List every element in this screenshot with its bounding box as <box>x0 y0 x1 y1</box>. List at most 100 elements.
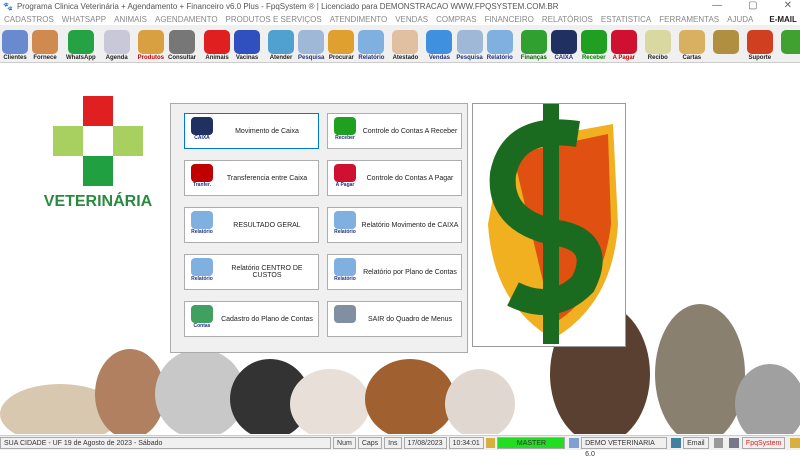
toolbar-button-agenda[interactable]: Agenda <box>102 25 132 62</box>
toolbar-label: CAIXA <box>554 55 574 61</box>
toolbar-button-clientes[interactable]: Clientes <box>0 25 30 62</box>
toolbar-label: Vacinas <box>235 55 259 61</box>
menu-button-cadastro-do-plano-de-contas[interactable]: Contas Cadastro do Plano de Contas <box>184 301 319 337</box>
toolbar-label: Suporte <box>748 55 772 61</box>
toolbar-button-animais[interactable]: Animais <box>202 25 232 62</box>
close-button[interactable]: ✕ <box>784 0 792 11</box>
menu-agendamento[interactable]: AGENDAMENTO <box>155 15 218 24</box>
toolbar-button-vacinas[interactable]: Vacinas <box>232 25 262 62</box>
toolbar-button-finan-as[interactable]: Finanças <box>519 25 549 62</box>
email-button[interactable]: Email <box>683 437 709 449</box>
menu-button-controle-do-contas-a-pagar[interactable]: A Pagar Controle do Contas A Pagar <box>327 160 462 196</box>
menu-button-transferencia-entre-caixa[interactable]: Tranfer. Transferencia entre Caixa <box>184 160 319 196</box>
icon-caption: Relatório <box>334 229 356 235</box>
report-icon: Relatório <box>188 258 216 286</box>
menu-produtos-e-servi-os[interactable]: PRODUTOS E SERVIÇOS <box>226 15 322 24</box>
toolbar-button-relat-rio[interactable]: Relatório <box>356 25 386 62</box>
financial-menu-panel: CAIXA Movimento de Caixa Receber Controle d… <box>170 103 468 353</box>
toolbar-label: Procurar <box>328 55 354 61</box>
menu-compras[interactable]: COMPRAS <box>436 15 476 24</box>
toolbar-label: Finanças <box>520 55 547 61</box>
report-icon: Relatório <box>331 258 359 286</box>
desktop-area: VETERINÁRIA CAIXA Movimento de Caixa Receb… <box>0 64 800 434</box>
suporte-icon <box>746 30 773 54</box>
status-date: 17/08/2023 <box>403 437 447 449</box>
relat-rio-icon <box>486 30 513 54</box>
toolbar-label: Consultar <box>168 55 197 61</box>
toolbar-button-receber[interactable]: Receber <box>579 25 609 62</box>
toolbar-label: A Pagar <box>612 55 636 61</box>
menu-atendimento[interactable]: ATENDIMENTO <box>330 15 387 24</box>
fornece-icon <box>32 30 58 54</box>
menu-button-resultado-geral[interactable]: Relatório RESULTADO GERAL <box>184 207 319 243</box>
recibo-icon <box>644 30 671 54</box>
maximize-button[interactable]: ▢ <box>748 0 757 11</box>
toolbar-button-caixa[interactable]: CAIXA <box>549 25 579 62</box>
toolbar-button-a-pagar[interactable]: A Pagar <box>609 25 639 62</box>
toolbar-label: WhatsApp <box>66 55 96 61</box>
toolbar-button-pesquisa[interactable]: Pesquisa <box>296 25 326 62</box>
menu-button-relat-rio-por-plano-de-contas[interactable]: Relatório Relatório por Plano de Contas <box>327 254 462 290</box>
toolbar-button-procurar[interactable]: Procurar <box>326 25 356 62</box>
menu-animais[interactable]: ANIMAIS <box>114 15 147 24</box>
icon-caption: Contas <box>193 323 211 329</box>
vendas-icon <box>426 30 453 54</box>
transfer-icon: Tranfer. <box>188 164 216 192</box>
toolbar: Clientes Fornece WhatsApp Agenda Produtos Con… <box>0 25 800 63</box>
menu-button-relat-rio-centro-de-custos[interactable]: Relatório Relatório CENTRO DE CUSTOS <box>184 254 319 290</box>
toolbar-button-whatsapp[interactable]: WhatsApp <box>64 25 98 62</box>
company-icon <box>569 438 580 448</box>
toolbar-button-atestado[interactable]: Atestado <box>390 25 420 62</box>
agenda-icon <box>103 30 130 54</box>
menu-ajuda[interactable]: AJUDA <box>727 15 753 24</box>
menu-estatistica[interactable]: ESTATISTICA <box>601 15 651 24</box>
pesquisa-icon <box>456 30 483 54</box>
status-brand: FpqSystem <box>741 437 786 449</box>
menu-button-controle-do-contas-a-receber[interactable]: Receber Controle do Contas A Receber <box>327 113 462 149</box>
toolbar-button-cartas[interactable]: Cartas <box>677 25 707 62</box>
whatsapp-icon <box>67 30 94 54</box>
exit-icon <box>331 305 359 333</box>
menu-button-relat-rio-movimento-de-caixa[interactable]: Relatório Relatório Movimento de CAIXA <box>327 207 462 243</box>
menu-button-movimento-de-caixa[interactable]: CAIXA Movimento de Caixa <box>184 113 319 149</box>
toolbar-button-relat-rio[interactable]: Relatório <box>485 25 515 62</box>
menu-button-label: SAIR do Quadro de Menus <box>367 315 453 323</box>
menu-relat-rios[interactable]: RELATÓRIOS <box>542 15 593 24</box>
toolbar-label: Atender <box>269 55 293 61</box>
consultar-icon <box>169 30 196 54</box>
toolbar-button-vendas[interactable]: Vendas <box>424 25 454 62</box>
icon-caption: Relatório <box>334 276 356 282</box>
email-icon[interactable] <box>671 438 682 448</box>
menu-button-label: Cadastro do Plano de Contas <box>221 315 313 323</box>
menu-financeiro[interactable]: FINANCEIRO <box>485 15 534 24</box>
status-location-date: SUA CIDADE - UF 19 de Agosto de 2023 - S… <box>0 437 332 449</box>
menu-button-sair-do-quadro-de-menus[interactable]: SAIR do Quadro de Menus <box>327 301 462 337</box>
toolbar-button-consultar[interactable]: Consultar <box>166 25 198 62</box>
toolbar-label: Receber <box>581 55 606 61</box>
icon-caption: Receber <box>335 135 355 141</box>
toolbar-button-fornece[interactable]: Fornece <box>30 25 60 62</box>
status-bar: SUA CIDADE - UF 19 de Agosto de 2023 - S… <box>0 435 800 458</box>
toolbar-button-produtos[interactable]: Produtos <box>136 25 166 62</box>
toolbar-label: Animais <box>205 55 229 61</box>
toolbar-button-recibo[interactable]: Recibo <box>643 25 673 62</box>
dollar-shield-icon <box>488 104 618 344</box>
toolbar-button-suporte[interactable]: Suporte <box>745 25 775 62</box>
status-company: DEMO VETERINARIA 6.0 <box>581 437 668 458</box>
printer-icon[interactable] <box>713 438 724 448</box>
menu-e-mail[interactable]: E-MAIL <box>769 15 797 24</box>
toolbar-button-atender[interactable]: Atender <box>266 25 296 62</box>
menu-cadastros[interactable]: CADASTROS <box>4 15 54 24</box>
toolbar-button-item33[interactable] <box>711 25 741 62</box>
menu-ferramentas[interactable]: FERRAMENTAS <box>659 15 719 24</box>
toolbar-button-item37[interactable] <box>779 25 800 62</box>
calculator-icon[interactable] <box>729 438 739 448</box>
help-icon[interactable] <box>790 438 800 448</box>
minimize-button[interactable]: — <box>712 0 722 11</box>
status-time: 10:34:01 <box>448 437 484 449</box>
toolbar-button-pesquisa[interactable]: Pesquisa <box>454 25 484 62</box>
icon-caption: Relatório <box>191 276 213 282</box>
toolbar-label: Agenda <box>105 55 128 61</box>
menu-whatsapp[interactable]: WHATSAPP <box>62 15 106 24</box>
menu-vendas[interactable]: VENDAS <box>395 15 428 24</box>
